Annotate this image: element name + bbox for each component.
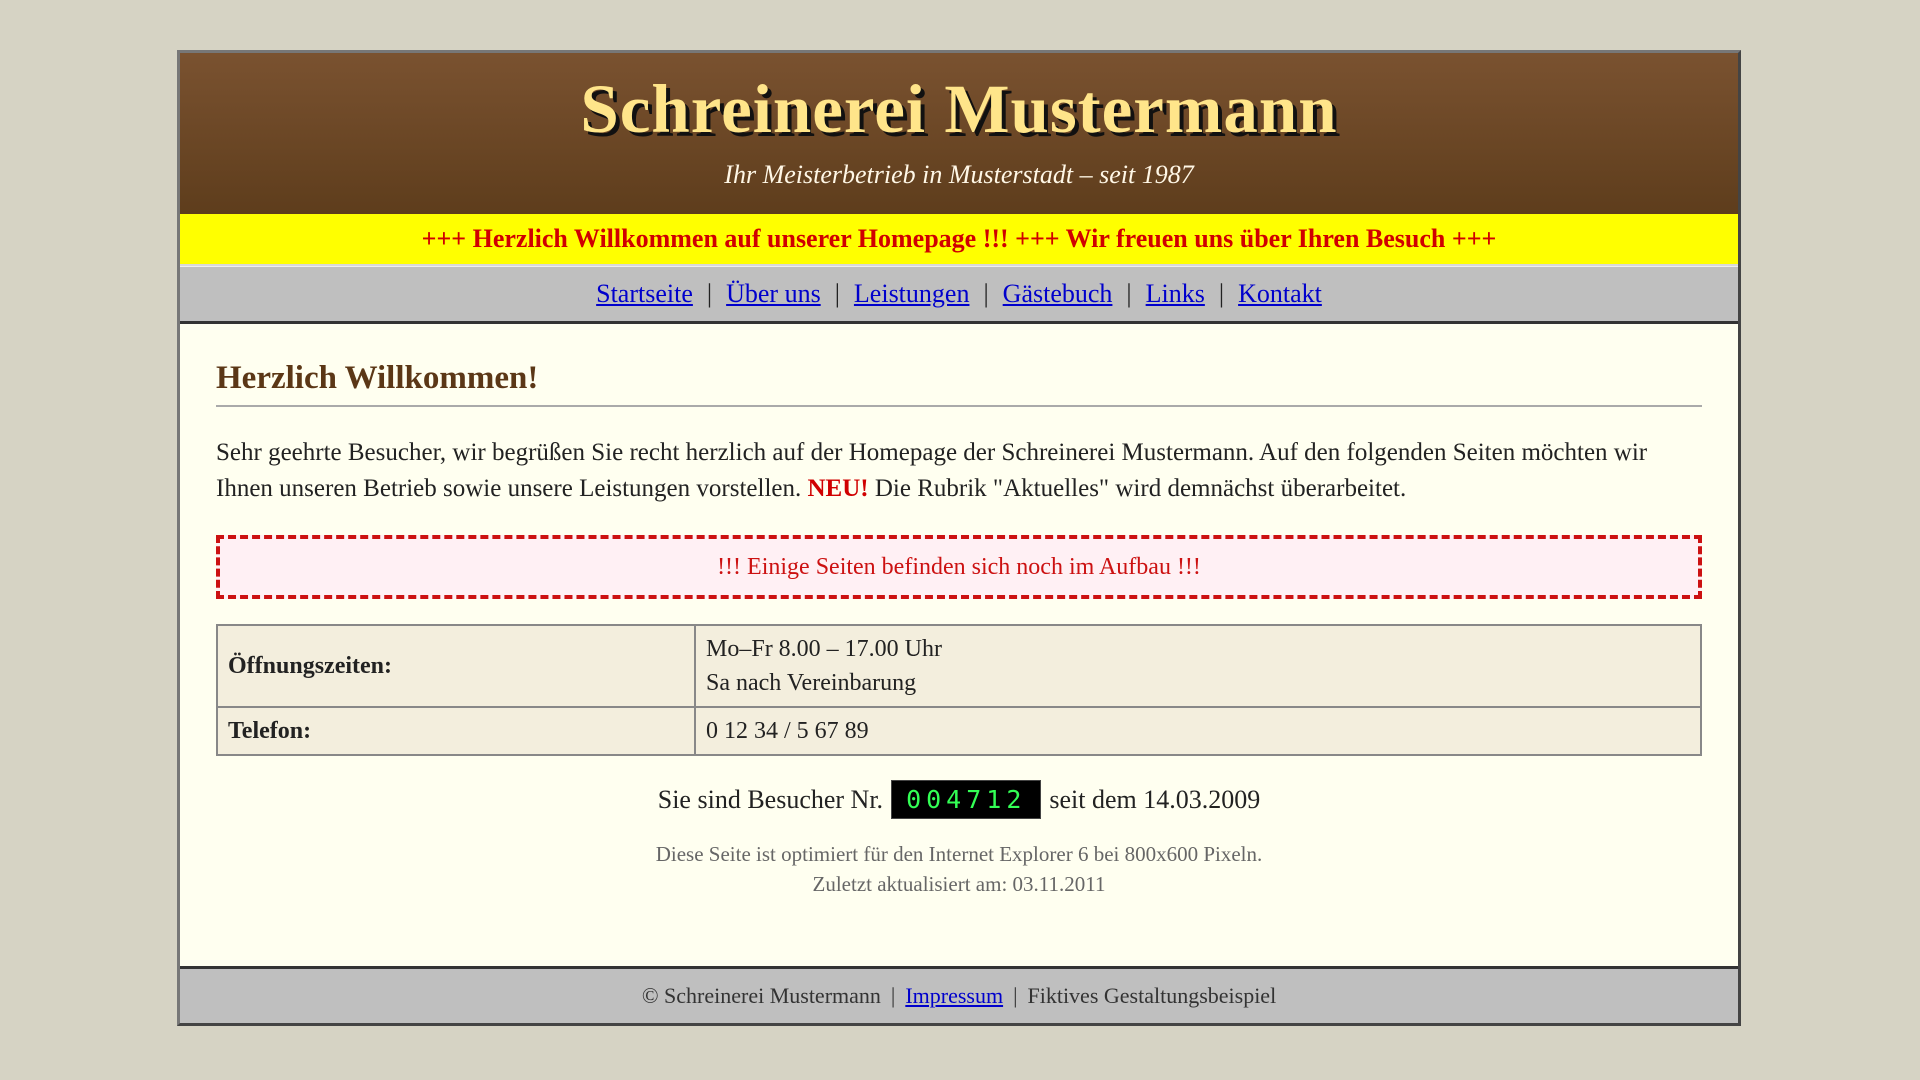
intro-paragraph: Sehr geehrte Besucher, wir begrüßen Sie … (216, 435, 1702, 507)
phone-label: Telefon: (216, 706, 696, 756)
nav-link-ueber-uns[interactable]: Über uns (726, 279, 821, 309)
site-title: Schreinerei Mustermann (580, 71, 1338, 147)
table-row: Öffnungszeiten: Mo–Fr 8.00 – 17.00 Uhr S… (216, 624, 1702, 708)
visitor-counter: 004712 (891, 780, 1042, 819)
site-subtitle: Ihr Meisterbetrieb in Musterstadt – seit… (724, 160, 1194, 189)
nav-separator: | (834, 279, 840, 308)
footer-note: Fiktives Gestaltungsbeispiel (1027, 983, 1277, 1008)
opening-hours-saturday: Sa nach Vereinbarung (706, 670, 917, 696)
browser-optimization-note: Diese Seite ist optimiert für den Intern… (655, 842, 1263, 866)
opening-hours-label: Öffnungszeiten: (216, 624, 696, 708)
footer-separator: | (890, 983, 896, 1008)
nav-separator: | (706, 279, 713, 308)
site-footer: © Schreinerei Mustermann | Impressum | F… (180, 966, 1738, 1023)
site-header: Schreinerei Mustermann Ihr Meisterbetrie… (180, 53, 1738, 214)
nav-link-gaestebuch[interactable]: Gästebuch (1003, 279, 1113, 309)
footer-separator: | (1013, 983, 1018, 1008)
opening-hours-value: Mo–Fr 8.00 – 17.00 Uhr Sa nach Vereinbar… (694, 624, 1702, 708)
intro-tail: Die Rubrik "Aktuelles" wird demnächst üb… (874, 475, 1407, 502)
nav-link-kontakt[interactable]: Kontakt (1238, 279, 1322, 309)
nav-separator: | (1126, 279, 1132, 308)
page-heading: Herzlich Willkommen! (216, 360, 1702, 407)
info-table: Öffnungszeiten: Mo–Fr 8.00 – 17.00 Uhr S… (216, 624, 1702, 756)
nav-separator: | (983, 279, 989, 308)
new-badge: NEU! (807, 475, 869, 502)
construction-notice: !!! Einige Seiten befinden sich noch im … (216, 535, 1702, 599)
counter-suffix: seit dem 14.03.2009 (1049, 784, 1261, 814)
main-content: Herzlich Willkommen! Sehr geehrte Besuch… (180, 324, 1738, 966)
welcome-ticker: +++ Herzlich Willkommen auf unserer Home… (180, 214, 1738, 266)
visitor-counter-line: Sie sind Besucher Nr. 004712 seit dem 14… (216, 780, 1702, 819)
counter-prefix: Sie sind Besucher Nr. (657, 784, 884, 814)
footer-copyright: © Schreinerei Mustermann (641, 983, 881, 1008)
nav-separator: | (1218, 279, 1225, 308)
table-row: Telefon: 0 12 34 / 5 67 89 (216, 706, 1702, 756)
opening-hours-weekdays: Mo–Fr 8.00 – 17.00 Uhr (706, 636, 943, 662)
impressum-link[interactable]: Impressum (905, 983, 1003, 1009)
phone-value: 0 12 34 / 5 67 89 (694, 706, 1702, 756)
main-navigation: Startseite | Über uns | Leistungen | Gäs… (180, 266, 1738, 324)
nav-link-links[interactable]: Links (1146, 279, 1205, 309)
last-updated-note: Zuletzt aktualisiert am: 03.11.2011 (812, 872, 1106, 896)
nav-link-leistungen[interactable]: Leistungen (854, 279, 970, 309)
nav-link-startseite[interactable]: Startseite (596, 279, 693, 309)
page-frame: Schreinerei Mustermann Ihr Meisterbetrie… (177, 50, 1741, 1026)
